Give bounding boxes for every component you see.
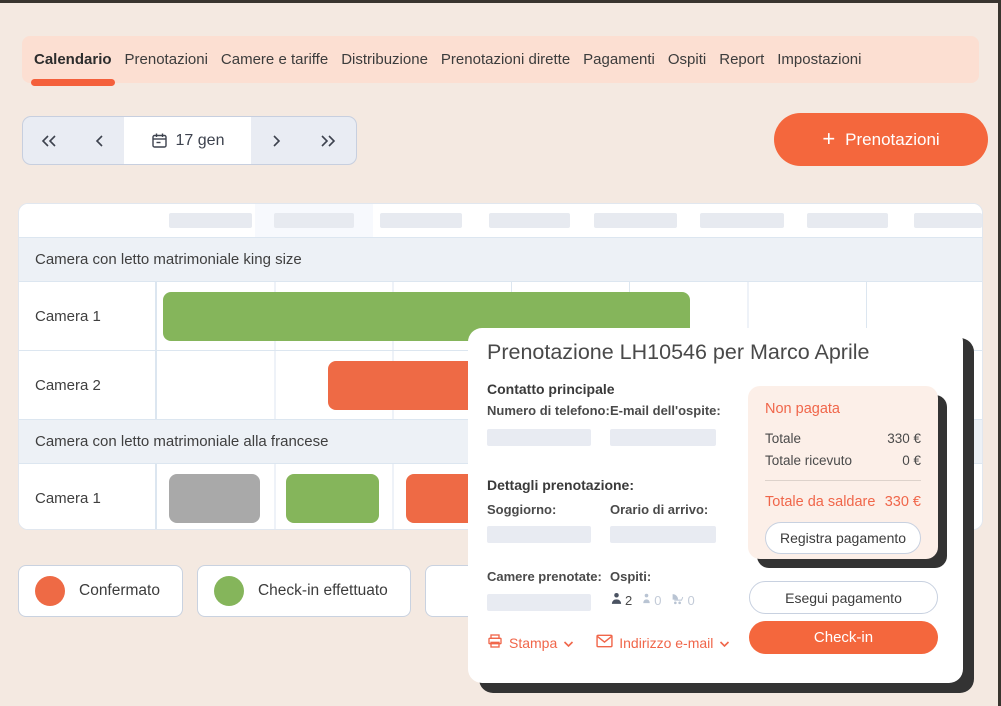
booking-bar-other[interactable] [169,474,260,523]
tab-pagamenti[interactable]: Pagamenti [583,36,655,83]
amount-due-row: Totale da saldare 330 € [765,494,921,510]
chevron-down-icon [719,635,730,651]
room-name-label: Camera 2 [19,351,156,419]
legend-label: Check-in effettuato [257,582,388,599]
date-navigator: 17 gen [22,116,357,165]
tab-distribuzione[interactable]: Distribuzione [341,36,428,83]
legend-item-confirmed: Confermato [18,565,183,617]
tab-report[interactable]: Report [719,36,764,83]
tab-prenotazioni-dirette[interactable]: Prenotazioni dirette [441,36,570,83]
status-color-dot [213,576,244,606]
received-label: Totale ricevuto [765,453,853,468]
contact-section-heading: Contatto principale [487,381,615,397]
date-picker[interactable]: 17 gen [124,117,251,164]
date-placeholder [169,213,252,228]
tab-calendario[interactable]: Calendario [31,36,115,86]
status-color-dot [35,576,65,606]
previous-day-button[interactable] [75,117,124,164]
chevron-down-icon [563,635,574,651]
legend-label: Confermato [79,582,160,599]
payment-summary-card: Non pagata Totale 330 € Totale ricevuto … [748,386,938,559]
guests-label: Ospiti: [610,569,652,584]
main-navbar: Calendario Prenotazioni Camere e tariffe Di… [22,36,979,86]
tab-camere-e-tariffe[interactable]: Camere e tariffe [221,36,328,83]
calendar-icon [151,132,168,149]
make-payment-button[interactable]: Esegui pagamento [749,581,938,614]
date-placeholder [700,213,784,228]
register-payment-button[interactable]: Registra pagamento [765,522,921,554]
new-booking-button[interactable]: + Prenotazioni [774,113,988,166]
plus-icon: + [822,125,836,151]
chevron-left-icon [93,133,107,149]
stay-label: Soggiorno: [487,502,557,517]
print-link[interactable]: Stampa [487,633,574,652]
calendar-date-header-row [19,204,982,237]
app-window: Calendario Prenotazioni Camere e tariffe Di… [0,0,1001,706]
date-placeholder [594,213,677,228]
arrival-value-placeholder [610,526,716,543]
booked-rooms-label: Camere prenotate: [487,569,602,584]
legend-item-checkin: Check-in effettuato [196,565,411,617]
arrival-time-label: Orario di arrivo: [610,502,709,517]
received-value: 0 € [902,453,921,468]
stroller-icon [670,592,685,608]
chevron-right-icon [269,133,283,149]
rooms-value-placeholder [487,594,591,611]
date-placeholder [274,213,354,228]
details-section-heading: Dettagli prenotazione: [487,477,635,493]
email-label: E-mail dell'ospite: [610,403,721,418]
phone-label: Numero di telefono: [487,403,610,418]
adults-count: 2 [610,592,632,608]
last-page-button[interactable] [300,117,356,164]
modal-title: Prenotazione LH10546 per Marco Aprile [487,340,870,364]
modal-action-links: Stampa Indirizzo e-mail [487,633,730,652]
room-name-label: Camera 1 [19,282,156,350]
child-icon [641,592,652,608]
double-chevron-right-icon [319,133,337,149]
guest-counts: 2 0 0 [610,592,695,608]
printer-icon [487,633,503,652]
stay-value-placeholder [487,526,591,543]
total-value: 330 € [887,431,921,446]
divider [765,480,921,481]
received-row: Totale ricevuto 0 € [765,453,921,468]
next-day-button[interactable] [251,117,300,164]
booking-details-modal: Prenotazione LH10546 per Marco Aprile Co… [468,328,963,683]
infants-count: 0 [670,592,695,608]
due-value: 330 € [884,494,921,510]
date-placeholder [914,213,982,228]
envelope-icon [596,634,613,651]
tab-ospiti[interactable]: Ospiti [668,36,706,83]
booking-bar-checkin[interactable] [286,474,379,523]
total-row: Totale 330 € [765,431,921,446]
date-placeholder [489,213,570,228]
current-date-label: 17 gen [175,131,225,149]
total-label: Totale [765,431,802,446]
tab-prenotazioni[interactable]: Prenotazioni [125,36,208,83]
new-booking-label: Prenotazioni [845,129,940,149]
email-link[interactable]: Indirizzo e-mail [596,633,730,652]
due-label: Totale da saldare [765,494,876,510]
checkin-button[interactable]: Check-in [749,621,938,654]
room-type-section-header: Camera con letto matrimoniale king size [19,237,982,281]
children-count: 0 [641,592,661,608]
date-placeholder [807,213,888,228]
first-page-button[interactable] [23,117,75,164]
adult-icon [610,592,623,608]
payment-status-badge: Non pagata [765,401,840,417]
phone-value-placeholder [487,429,591,446]
tab-impostazioni[interactable]: Impostazioni [777,36,861,83]
room-name-label: Camera 1 [19,464,156,529]
double-chevron-left-icon [40,133,58,149]
email-value-placeholder [610,429,716,446]
date-placeholder [380,213,462,228]
